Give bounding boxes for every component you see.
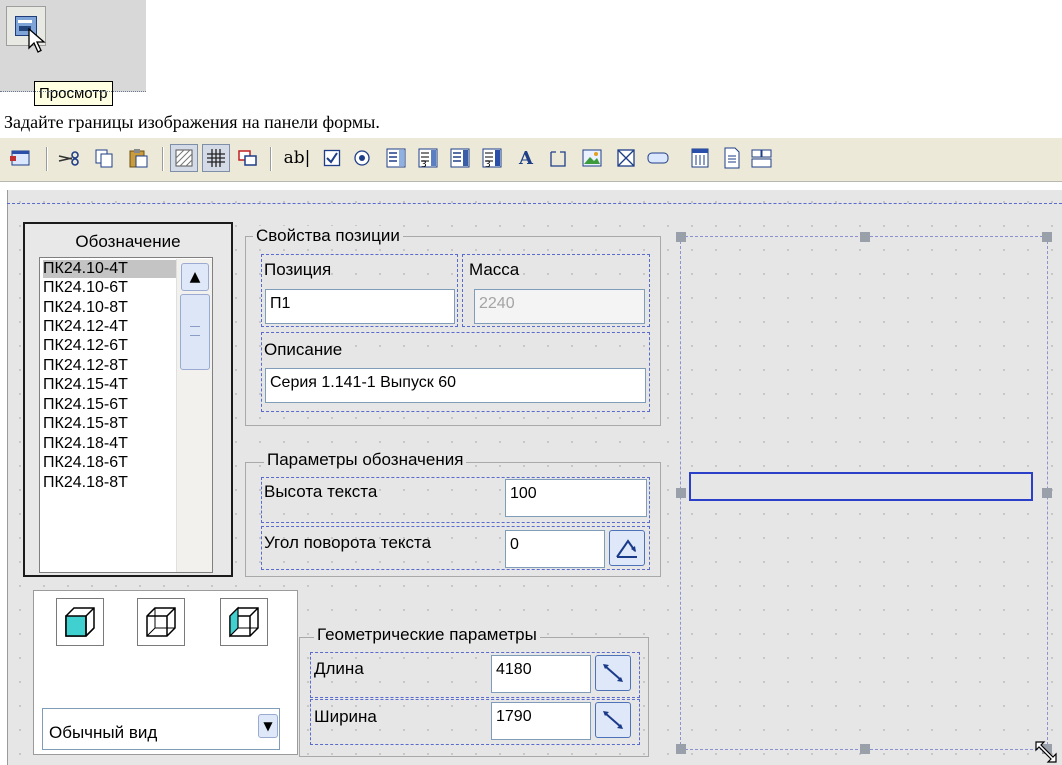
button-icon[interactable] — [644, 144, 672, 172]
document-icon[interactable] — [718, 144, 746, 172]
grid-list-icon[interactable] — [446, 144, 474, 172]
position-label: Позиция — [264, 260, 332, 279]
measure-icon — [603, 711, 623, 729]
chevron-up-icon: ▲ — [189, 269, 201, 285]
scroll-thumb[interactable] — [180, 294, 210, 370]
textbox-icon[interactable]: ab| — [280, 144, 314, 172]
mass-input[interactable]: 2240 — [474, 289, 645, 324]
width-label: Ширина — [314, 707, 377, 726]
multipage-icon[interactable] — [748, 144, 776, 172]
measure-icon — [603, 664, 623, 682]
text-angle-input[interactable]: 0 — [505, 530, 605, 568]
toolbar-separator — [270, 147, 272, 171]
grid-icon[interactable] — [202, 144, 230, 172]
resize-handle[interactable] — [676, 232, 686, 242]
view-select[interactable]: Обычный вид — [42, 708, 280, 750]
list-item[interactable]: ПК24.18-4Т — [43, 435, 179, 453]
calendar-icon[interactable] — [686, 144, 714, 172]
resize-cursor-icon — [1035, 741, 1057, 763]
position-properties-title: Свойства позиции — [253, 226, 403, 246]
list-item[interactable]: ПК24.12-8Т — [43, 357, 179, 375]
form-boundary — [7, 203, 1062, 204]
mass-label: Масса — [469, 260, 520, 279]
toolbar-separator — [46, 147, 48, 171]
tooltip: Просмотр — [34, 81, 113, 106]
tab-order-icon[interactable] — [234, 144, 262, 172]
picture-frame-icon[interactable] — [612, 144, 640, 172]
text-height-input[interactable]: 100 — [505, 479, 647, 517]
checkbox-icon[interactable] — [318, 144, 346, 172]
image-icon[interactable] — [578, 144, 606, 172]
designation-header: Обозначение — [75, 232, 181, 251]
position-input[interactable]: П1 — [265, 289, 455, 324]
listbox-icon[interactable] — [382, 144, 410, 172]
width-pick-button[interactable] — [595, 702, 631, 738]
list-item[interactable]: ПК24.12-6Т — [43, 337, 179, 355]
image-bounds-selection[interactable] — [689, 472, 1033, 501]
cube-shaded-icon[interactable] — [56, 598, 104, 646]
list-item[interactable]: ПК24.12-4Т — [43, 318, 179, 336]
hatch-icon[interactable] — [170, 144, 198, 172]
angle-icon — [616, 539, 637, 558]
resize-handle[interactable] — [1042, 488, 1052, 498]
radio-icon[interactable] — [348, 144, 376, 172]
resize-handle[interactable] — [676, 744, 686, 754]
list-item[interactable]: ПК24.18-8Т — [43, 474, 179, 492]
combobox-icon[interactable]: 3 — [414, 144, 442, 172]
description-label: Описание — [264, 340, 343, 359]
list-item[interactable]: ПК24.10-6Т — [43, 279, 179, 297]
divider — [0, 91, 146, 92]
chevron-down-icon[interactable]: ▼ — [258, 714, 278, 738]
copy-icon[interactable] — [90, 144, 118, 172]
svg-text:3: 3 — [485, 160, 491, 169]
list-item[interactable]: ПК24.15-6Т — [43, 396, 179, 414]
scroll-up-button[interactable]: ▲ — [181, 263, 209, 291]
width-input[interactable]: 1790 — [491, 702, 591, 740]
cube-side-icon[interactable] — [220, 598, 268, 646]
paste-icon[interactable] — [124, 144, 152, 172]
toolbar-separator — [162, 147, 164, 171]
cube-wireframe-icon[interactable] — [137, 598, 185, 646]
angle-pick-button[interactable] — [609, 530, 645, 566]
mouse-cursor-icon — [28, 28, 46, 53]
form-toolbar: ab| 3 3 A — [0, 138, 1062, 182]
text-height-label: Высота текста — [264, 482, 378, 501]
label-icon[interactable]: A — [512, 144, 540, 172]
resize-handle[interactable] — [860, 232, 870, 242]
resize-handle[interactable] — [860, 744, 870, 754]
resize-handle[interactable] — [1042, 232, 1052, 242]
frame-icon[interactable] — [544, 144, 572, 172]
list-item[interactable]: ПК24.10-4Т — [43, 260, 179, 278]
description-input[interactable]: Серия 1.141-1 Выпуск 60 — [265, 368, 646, 403]
geometry-params-title: Геометрические параметры — [314, 625, 540, 645]
designation-params-title: Параметры обозначения — [264, 450, 467, 470]
list-item[interactable]: ПК24.15-8Т — [43, 415, 179, 433]
length-input[interactable]: 4180 — [491, 655, 591, 693]
list-item[interactable]: ПК24.10-8Т — [43, 299, 179, 317]
length-label: Длина — [314, 659, 364, 678]
resize-handle[interactable] — [676, 488, 686, 498]
text-angle-label: Угол поворота текста — [264, 533, 432, 552]
list-item[interactable]: ПК24.18-6Т — [43, 454, 179, 472]
cut-icon[interactable] — [55, 144, 83, 172]
form-icon[interactable] — [6, 144, 34, 172]
svg-text:3: 3 — [421, 160, 427, 169]
list-item[interactable]: ПК24.15-4Т — [43, 376, 179, 394]
instruction-text: Задайте границы изображения на панели фо… — [4, 112, 380, 132]
table-icon[interactable]: 3 — [478, 144, 506, 172]
length-pick-button[interactable] — [595, 655, 631, 691]
